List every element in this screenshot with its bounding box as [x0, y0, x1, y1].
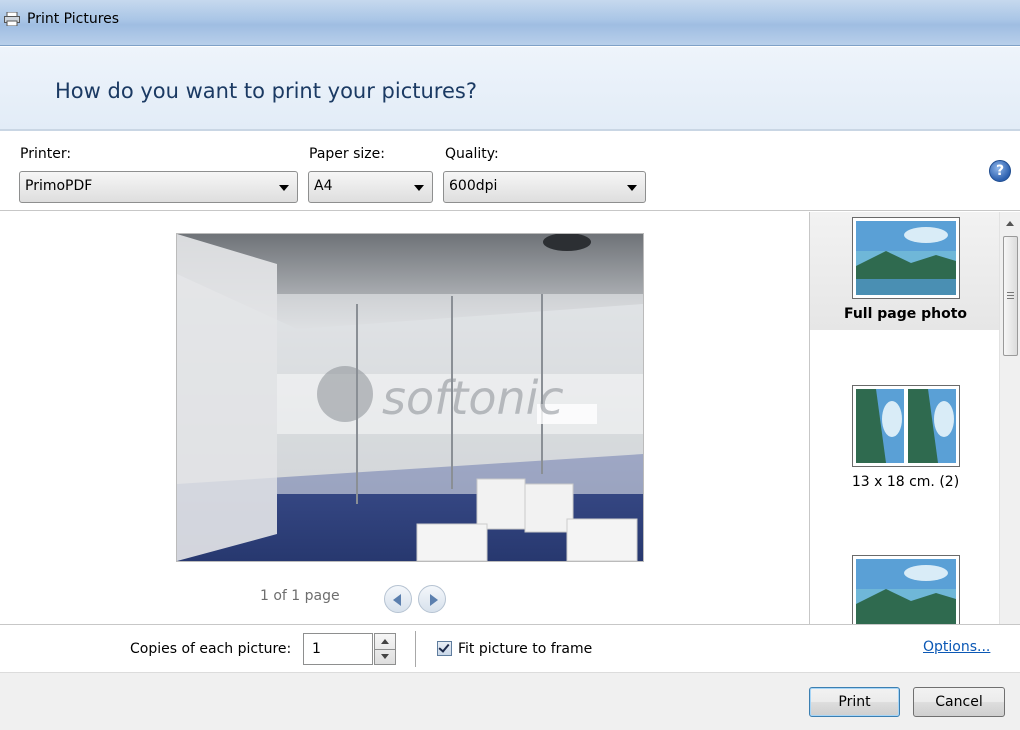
- layout-label: Full page photo: [843, 306, 968, 322]
- increment-icon[interactable]: [381, 639, 389, 644]
- layout-list: Full page photo 13 x 18 cm. (2): [809, 212, 1020, 624]
- copies-stepper[interactable]: [374, 633, 396, 665]
- layout-item-partial[interactable]: [810, 550, 1001, 624]
- copies-label: Copies of each picture:: [130, 641, 292, 657]
- printer-select[interactable]: PrimoPDF: [19, 171, 298, 203]
- page-count: 1 of 1 page: [260, 588, 340, 604]
- landscape-thumbnail: [856, 221, 956, 295]
- layout-thumbnail: [852, 385, 960, 467]
- title-bar: Print Pictures: [0, 0, 1020, 46]
- quality-select[interactable]: 600dpi: [443, 171, 646, 203]
- grip-icon: [1007, 292, 1014, 293]
- dialog-footer: Print Cancel: [0, 672, 1020, 730]
- scroll-up-icon[interactable]: [1006, 221, 1014, 226]
- print-settings: Printer: PrimoPDF Paper size: A4 Quality…: [0, 133, 1020, 211]
- options-link[interactable]: Options...: [923, 639, 990, 655]
- quality-label: Quality:: [445, 146, 499, 162]
- paper-size-select[interactable]: A4: [308, 171, 433, 203]
- watermark-text: softonic: [382, 371, 564, 425]
- help-icon[interactable]: ?: [989, 160, 1011, 182]
- arrow-left-icon: [393, 594, 401, 606]
- fit-picture-checkbox[interactable]: [437, 641, 452, 656]
- page-heading: How do you want to print your pictures?: [55, 79, 477, 103]
- next-page-button[interactable]: [418, 585, 446, 613]
- arrow-right-icon: [430, 594, 438, 606]
- chevron-down-icon: [627, 185, 637, 191]
- quality-value: 600dpi: [449, 178, 498, 194]
- two-up-thumbnail: [856, 389, 956, 463]
- chevron-down-icon: [414, 185, 424, 191]
- checkmark-icon: [438, 641, 450, 653]
- printer-icon: [4, 12, 20, 26]
- window-title: Print Pictures: [27, 11, 120, 27]
- copies-input[interactable]: [303, 633, 373, 665]
- layout-thumbnail: [852, 555, 960, 624]
- cancel-button[interactable]: Cancel: [913, 687, 1005, 717]
- paper-size-label: Paper size:: [309, 146, 385, 162]
- printer-value: PrimoPDF: [25, 178, 93, 194]
- preview-pane: softonic 1 of 1 page: [0, 212, 809, 624]
- landscape-thumbnail: [856, 559, 956, 624]
- fit-picture-label[interactable]: Fit picture to frame: [458, 641, 592, 657]
- previous-page-button[interactable]: [384, 585, 412, 613]
- decrement-icon[interactable]: [381, 654, 389, 659]
- options-row: Copies of each picture: Fit picture to f…: [0, 624, 1020, 672]
- chevron-down-icon: [279, 185, 289, 191]
- print-button[interactable]: Print: [809, 687, 900, 717]
- layout-thumbnail: [852, 217, 960, 299]
- scrollbar-thumb[interactable]: [1003, 236, 1018, 356]
- layout-item-full-page[interactable]: Full page photo: [810, 212, 1001, 330]
- paper-size-value: A4: [314, 178, 333, 194]
- office-photo: softonic: [177, 234, 643, 561]
- photo-preview: softonic: [176, 233, 644, 562]
- header-band: How do you want to print your pictures?: [0, 47, 1020, 131]
- layout-item-13x18[interactable]: 13 x 18 cm. (2): [810, 380, 1001, 498]
- layout-scrollbar[interactable]: [999, 212, 1020, 624]
- printer-label: Printer:: [20, 146, 72, 162]
- layout-label: 13 x 18 cm. (2): [851, 474, 960, 490]
- divider: [415, 631, 416, 667]
